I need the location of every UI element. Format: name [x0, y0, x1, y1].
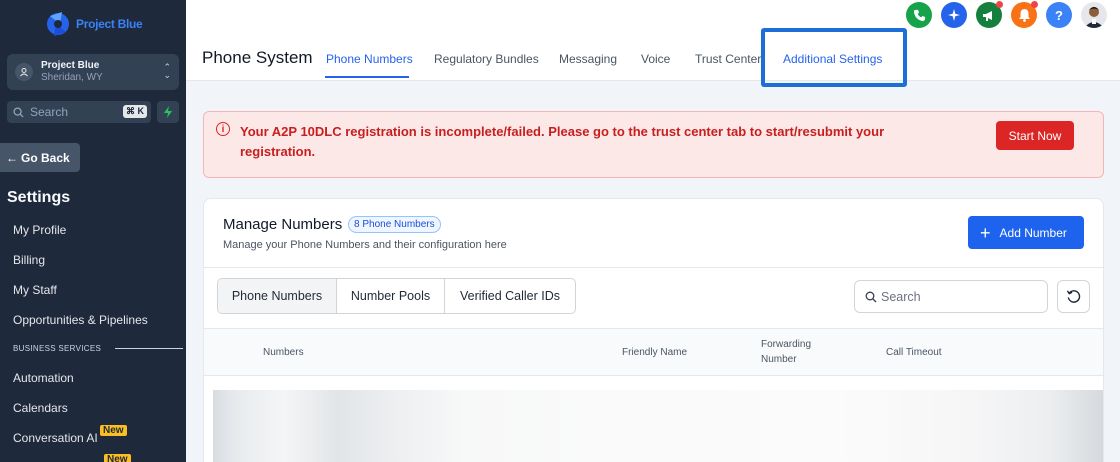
tab-regulatory-bundles[interactable]: Regulatory Bundles	[434, 52, 539, 66]
announcements-button[interactable]	[976, 1, 1003, 28]
alert-message: Your A2P 10DLC registration is incomplet…	[240, 124, 885, 159]
manage-numbers-card: Manage Numbers 8 Phone Numbers Manage yo…	[203, 198, 1104, 462]
numbers-search-input[interactable]: Search	[854, 280, 1048, 313]
tab-trust-center[interactable]: Trust Center	[695, 52, 761, 66]
page-header: Phone System Phone Numbers Regulatory Bu…	[186, 36, 1120, 81]
sidebar-item-my-profile[interactable]: My Profile	[13, 223, 66, 237]
ai-assistant-button[interactable]	[941, 2, 967, 28]
new-badge: New	[100, 425, 127, 436]
refresh-icon	[1066, 290, 1081, 303]
tab-messaging[interactable]: Messaging	[559, 52, 617, 66]
sidebar-item-calendars[interactable]: Calendars	[13, 401, 68, 415]
settings-title: Settings	[7, 189, 71, 206]
account-name: Project Blue	[41, 60, 100, 71]
refresh-button[interactable]	[1057, 280, 1090, 313]
active-tab-indicator	[325, 76, 409, 78]
sparkle-icon	[948, 9, 960, 21]
add-number-button[interactable]: + Add Number	[968, 216, 1084, 249]
notifications-button[interactable]	[1011, 1, 1038, 28]
plus-icon: +	[980, 222, 991, 243]
sidebar-item-opportunities[interactable]: Opportunities & Pipelines	[13, 313, 148, 327]
card-title: Manage Numbers	[223, 216, 343, 233]
sidebar-item-automation[interactable]: Automation	[13, 371, 74, 385]
go-back-label: Go Back	[21, 150, 70, 165]
phone-button[interactable]	[906, 2, 932, 28]
go-back-button[interactable]: ← Go Back	[0, 143, 80, 172]
card-divider	[204, 267, 1103, 268]
search-icon	[865, 291, 877, 302]
table-row[interactable]	[213, 390, 1103, 462]
column-call-timeout: Call Timeout	[886, 347, 942, 358]
avatar[interactable]	[1081, 2, 1107, 28]
add-number-label: Add Number	[999, 225, 1067, 240]
search-shortcut: ⌘ K	[123, 105, 147, 118]
logo-icon	[44, 10, 74, 38]
account-switcher[interactable]: Project Blue Sheridan, WY ⌃ ⌄	[7, 54, 179, 90]
search-placeholder: Search	[30, 105, 69, 119]
segment-number-pools[interactable]: Number Pools	[337, 279, 445, 313]
top-bar: ?	[186, 0, 1120, 36]
notification-dot	[996, 1, 1003, 8]
column-numbers: Numbers	[263, 347, 304, 358]
a2p-registration-alert: i Your A2P 10DLC registration is incompl…	[203, 111, 1104, 178]
help-button[interactable]: ?	[1046, 2, 1072, 28]
search-placeholder: Search	[881, 289, 921, 304]
column-forwarding-number: Forwarding Number	[761, 339, 812, 365]
quick-action-button[interactable]	[157, 101, 179, 123]
phone-icon	[913, 9, 925, 21]
logo-text: Project Blue	[76, 17, 143, 31]
sidebar: Project Blue Project Blue Sheridan, WY ⌃…	[0, 0, 186, 462]
section-divider	[115, 348, 184, 349]
arrow-left-icon: ←	[6, 150, 18, 165]
phone-count-badge: 8 Phone Numbers	[348, 216, 441, 233]
sidebar-item-conversation-ai[interactable]: Conversation AI	[13, 431, 98, 445]
column-friendly-name: Friendly Name	[622, 347, 688, 358]
chevron-updown-icon: ⌃ ⌄	[163, 62, 171, 80]
card-subtitle: Manage your Phone Numbers and their conf…	[223, 239, 507, 251]
segment-phone-numbers[interactable]: Phone Numbers	[218, 279, 337, 313]
help-icon: ?	[1055, 7, 1063, 23]
search-icon	[13, 106, 24, 118]
bolt-icon	[164, 106, 172, 118]
location-icon	[15, 63, 33, 81]
notification-dot	[1031, 1, 1038, 8]
megaphone-icon	[983, 10, 992, 21]
bell-icon	[1018, 9, 1030, 22]
highlight-annotation	[761, 28, 907, 87]
number-type-toggle: Phone Numbers Number Pools Verified Call…	[217, 278, 576, 314]
section-label-business-services: BUSINESS SERVICES	[13, 344, 184, 353]
sidebar-search-input[interactable]: Search ⌘ K	[7, 101, 151, 123]
user-avatar-icon	[1084, 7, 1104, 28]
tab-voice[interactable]: Voice	[641, 52, 670, 66]
info-icon: i	[216, 122, 230, 136]
sidebar-item-my-staff[interactable]: My Staff	[13, 283, 57, 297]
segment-verified-caller-ids[interactable]: Verified Caller IDs	[445, 279, 575, 313]
new-badge: New	[104, 454, 131, 462]
sidebar-item-billing[interactable]: Billing	[13, 253, 45, 267]
tab-phone-numbers[interactable]: Phone Numbers	[326, 52, 413, 66]
account-location: Sheridan, WY	[41, 72, 103, 83]
table-header: Numbers Friendly Name Forwarding Number …	[204, 328, 1103, 376]
app-logo[interactable]: Project Blue	[44, 10, 143, 38]
start-now-button[interactable]: Start Now	[996, 121, 1074, 150]
page-title: Phone System	[202, 48, 313, 67]
